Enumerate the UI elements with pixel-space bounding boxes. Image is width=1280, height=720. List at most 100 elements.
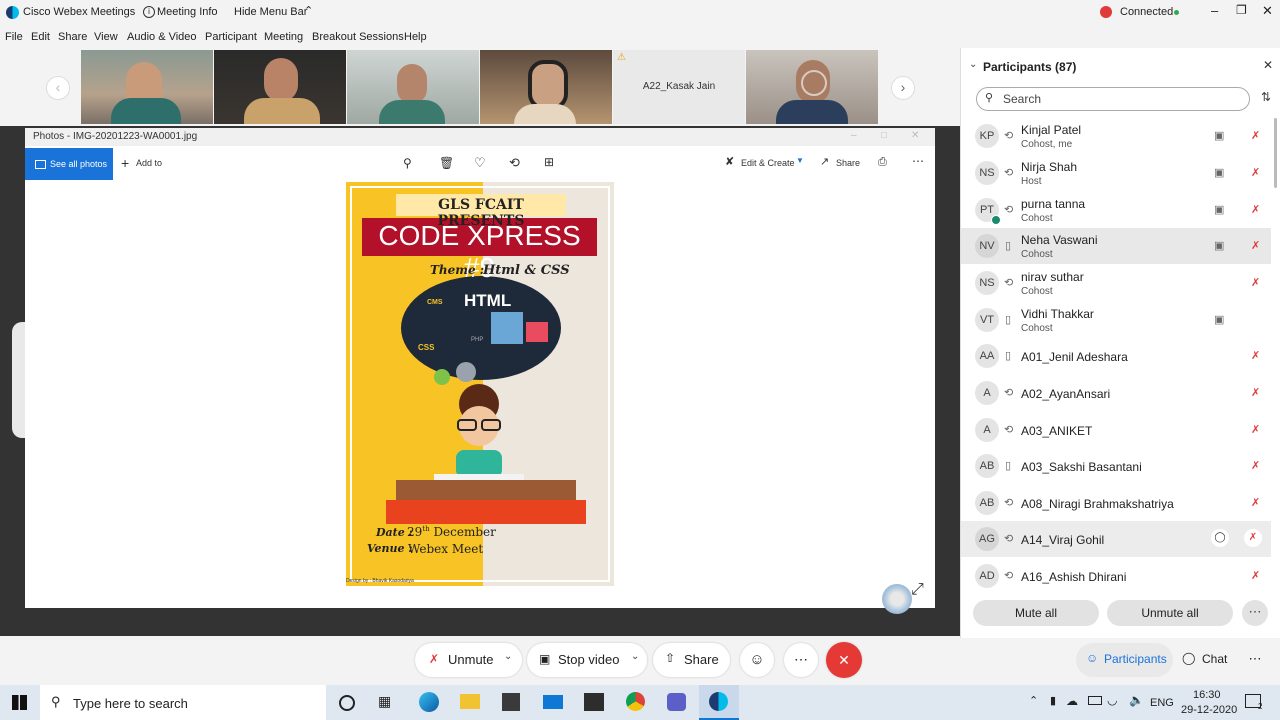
photos-share-button[interactable]: Share	[836, 158, 860, 168]
taskbar-search-box[interactable]: ⚲ Type here to search	[40, 685, 326, 720]
video-tile[interactable]: ⚠ A22_Kasak Jain	[613, 50, 745, 124]
close-icon[interactable]: ✕	[1262, 3, 1273, 19]
participant-row[interactable]: AG ⟲ A14_Viraj Gohil ◯ ✗	[961, 521, 1271, 557]
more-panels-button[interactable]: ⋯	[1240, 643, 1270, 677]
participant-row[interactable]: AB ▯ A03_Sakshi Basantani ✗	[961, 448, 1271, 484]
strip-next-button[interactable]: ›	[891, 76, 915, 100]
see-all-photos-button[interactable]: See all photos	[25, 148, 113, 180]
chevron-down-icon[interactable]: ⌄	[504, 651, 512, 662]
panel-more-button[interactable]: ⋯	[1242, 600, 1268, 626]
input-language[interactable]: ENG	[1150, 697, 1174, 709]
collapse-chevron-icon[interactable]: ⌄	[969, 59, 977, 70]
chevron-down-icon[interactable]: ▼	[796, 156, 804, 165]
mail-icon[interactable]	[543, 695, 563, 709]
panel-close-icon[interactable]: ✕	[1263, 58, 1273, 72]
clock-date[interactable]: 29-12-2020	[1181, 704, 1237, 716]
terminal-icon[interactable]	[584, 693, 604, 711]
info-icon[interactable]: i	[143, 6, 155, 18]
menu-meeting[interactable]: Meeting	[264, 31, 303, 43]
end-meeting-button[interactable]: ✕	[826, 642, 862, 678]
unmute-all-button[interactable]: Unmute all	[1107, 600, 1233, 626]
reactions-button[interactable]: ☺	[740, 643, 774, 677]
muted-mic-icon[interactable]: ✗	[1251, 166, 1260, 179]
more-options-button[interactable]: ⋯	[784, 643, 818, 677]
windows-start-icon[interactable]	[12, 695, 27, 710]
sort-icon[interactable]: ⇅	[1261, 90, 1271, 104]
video-tile[interactable]	[81, 50, 213, 124]
strip-prev-button[interactable]: ‹	[46, 76, 70, 100]
wifi-icon[interactable]: ◡	[1107, 693, 1117, 707]
rotate-icon[interactable]: ⟲	[509, 155, 520, 171]
muted-mic-icon[interactable]: ✗	[1251, 276, 1260, 289]
muted-locked-mic-icon[interactable]: ✗	[1251, 423, 1260, 436]
participant-row[interactable]: NS ⟲ nirav suthar Cohost ✗	[961, 265, 1271, 301]
participant-row[interactable]: A ⟲ A02_AyanAnsari ✗	[961, 375, 1271, 411]
restore-icon[interactable]: ❐	[1236, 3, 1247, 17]
print-icon[interactable]: ⎙	[878, 156, 887, 169]
participant-search-input[interactable]: ⚲ Search	[976, 87, 1250, 111]
menu-participant[interactable]: Participant	[205, 31, 257, 43]
photos-close-icon[interactable]: ✕	[911, 130, 919, 141]
menu-breakout-sessions[interactable]: Breakout Sessions	[312, 31, 404, 43]
muted-mic-icon[interactable]: ✗	[1251, 239, 1260, 252]
video-icon[interactable]: ▣	[1214, 239, 1224, 252]
menu-edit[interactable]: Edit	[31, 31, 50, 43]
participant-row[interactable]: A ⟲ A03_ANIKET ✗	[961, 412, 1271, 448]
meeting-info-button[interactable]: Meeting Info	[157, 6, 218, 18]
mute-all-button[interactable]: Mute all	[973, 600, 1099, 626]
minimize-icon[interactable]: –	[1211, 3, 1218, 18]
onedrive-icon[interactable]: ☁	[1066, 694, 1078, 708]
store-icon[interactable]	[502, 693, 520, 711]
video-icon[interactable]: ▣	[1214, 313, 1224, 326]
unmute-button[interactable]: ✗ Unmute ⌄	[415, 643, 522, 677]
muted-mic-icon[interactable]: ✗	[1251, 203, 1260, 216]
participant-row[interactable]: KP ⟲ Kinjal Patel Cohost, me ▣ ✗	[961, 118, 1271, 154]
crop-icon[interactable]: ⊞	[544, 155, 554, 169]
menu-share[interactable]: Share	[58, 31, 87, 43]
menu-help[interactable]: Help	[404, 31, 427, 43]
chat-bubble-icon[interactable]: ◯	[1211, 529, 1229, 547]
expand-icon[interactable]: ⤢	[911, 581, 924, 599]
plus-icon[interactable]: +	[121, 155, 129, 171]
stop-video-button[interactable]: ▣ Stop video ⌄	[527, 643, 647, 677]
photos-maximize-icon[interactable]: □	[881, 130, 887, 141]
file-explorer-icon[interactable]	[460, 694, 480, 709]
video-icon[interactable]: ▣	[1214, 203, 1224, 216]
more-icon[interactable]: ⋯	[912, 154, 924, 168]
menu-audio-video[interactable]: Audio & Video	[127, 31, 197, 43]
participant-row[interactable]: NS ⟲ Nirja Shah Host ▣ ✗	[961, 155, 1271, 191]
participant-row[interactable]: NV ▯ Neha Vaswani Cohost ▣ ✗	[961, 228, 1271, 264]
teams-icon[interactable]	[667, 693, 686, 711]
video-tile[interactable]	[214, 50, 346, 124]
participant-row[interactable]: AD ⟲ A16_Ashish Dhirani ✗	[961, 558, 1271, 590]
share-button[interactable]: ⇧ Share	[653, 643, 730, 677]
hide-menu-bar-button[interactable]: Hide Menu Bar	[234, 6, 307, 18]
participant-row[interactable]: AA ▯ A01_Jenil Adeshara ✗	[961, 338, 1271, 374]
volume-icon[interactable]: 🔈	[1129, 693, 1144, 707]
favorite-icon[interactable]: ♡	[474, 155, 486, 171]
muted-locked-mic-icon[interactable]: ✗	[1251, 386, 1260, 399]
muted-mic-button[interactable]: ✗	[1244, 529, 1262, 547]
zoom-in-icon[interactable]: ⚲	[403, 156, 412, 170]
clock-time[interactable]: 16:30	[1193, 689, 1221, 701]
video-tile[interactable]	[347, 50, 479, 124]
muted-mic-icon[interactable]: ✗	[1251, 129, 1260, 142]
muted-locked-mic-icon[interactable]: ✗	[1251, 459, 1260, 472]
add-to-button[interactable]: Add to	[136, 158, 162, 168]
battery-icon[interactable]	[1088, 696, 1102, 705]
participant-row[interactable]: VT ▯ Vidhi Thakkar Cohost ▣	[961, 302, 1271, 338]
cortana-icon[interactable]	[339, 695, 355, 711]
delete-icon[interactable]: 🗑	[439, 156, 454, 170]
chevron-down-icon[interactable]: ⌄	[631, 651, 639, 662]
muted-locked-mic-icon[interactable]: ✗	[1251, 349, 1260, 362]
muted-locked-mic-icon[interactable]: ✗	[1251, 496, 1260, 509]
edit-create-button[interactable]: Edit & Create	[741, 158, 795, 168]
video-icon[interactable]: ▣	[1214, 129, 1224, 142]
chrome-icon[interactable]	[626, 692, 645, 711]
video-icon[interactable]: ▣	[1214, 166, 1224, 179]
participant-list-scrollbar[interactable]	[1274, 118, 1277, 188]
participant-row[interactable]: PT ⟲ purna tanna Cohost ▣ ✗	[961, 192, 1271, 228]
video-tile[interactable]	[746, 50, 878, 124]
participants-button[interactable]: ☺ Participants	[1076, 643, 1173, 677]
tray-chevron-icon[interactable]: ⌃	[1029, 694, 1038, 707]
